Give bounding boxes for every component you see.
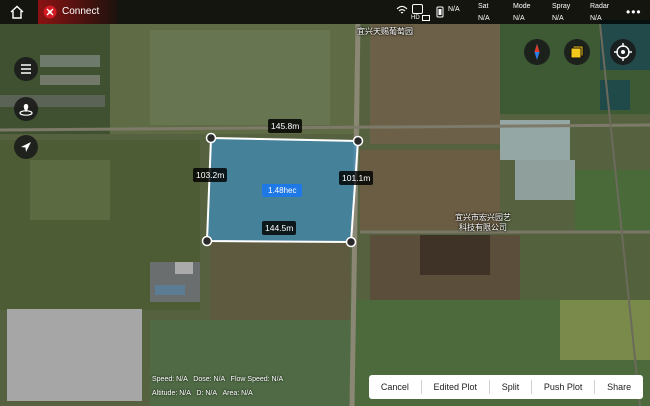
mode-value: N/A	[513, 15, 525, 22]
sat-value: N/A	[478, 15, 490, 22]
locate-button[interactable]	[610, 39, 636, 65]
battery-icon	[422, 15, 430, 21]
dose-label: Dose:	[193, 376, 212, 383]
altitude-value: N/A	[179, 390, 191, 397]
home-icon[interactable]	[9, 4, 25, 20]
plot-area-label: 1.48hec	[262, 184, 303, 197]
layers-icon	[570, 45, 584, 59]
more-menu-icon[interactable]: •••	[626, 5, 642, 19]
plot-vertex	[345, 236, 357, 248]
compass-icon	[534, 44, 540, 60]
top-status-bar: Connect HD N/A Sat N/A Mode N/A Spray N/…	[0, 0, 650, 24]
altitude-label: Altitude:	[152, 390, 178, 397]
spray-label: Spray	[552, 3, 571, 10]
edited-plot-button[interactable]: Edited Plot	[422, 380, 490, 394]
mode-label: Mode	[513, 3, 531, 10]
connect-label: Connect	[62, 6, 100, 17]
location-pin-icon	[19, 104, 33, 116]
map-layers-button[interactable]	[564, 39, 590, 65]
flow-speed-value: N/A	[271, 376, 284, 383]
telemetry-row-2: Altitude: N/A D: N/A Area: N/A	[152, 390, 253, 397]
place-label-company: 宜兴市宏兴园艺 科技有限公司	[455, 213, 511, 233]
menu-icon	[21, 64, 31, 74]
push-plot-button[interactable]: Push Plot	[532, 380, 596, 394]
location-layer-button[interactable]	[14, 97, 38, 121]
drone-battery-icon	[436, 6, 444, 18]
speed-label: Speed:	[152, 376, 175, 383]
plot-vertex	[205, 132, 217, 144]
rc-status: N/A	[448, 2, 460, 14]
navigate-button[interactable]	[14, 135, 38, 159]
plot-left-edge-length: 103.2m	[193, 168, 228, 182]
plot-top-edge-length: 145.8m	[268, 119, 303, 133]
area-value: N/A	[241, 390, 253, 397]
radar-status: Radar N/A	[590, 2, 609, 23]
crosshair-icon	[614, 43, 632, 61]
distance-value: N/A	[205, 390, 217, 397]
dose-value: N/A	[213, 376, 225, 383]
connect-button[interactable]: Connect	[38, 0, 118, 24]
radar-label: Radar	[590, 3, 610, 10]
split-button[interactable]: Split	[490, 380, 533, 394]
spray-value: N/A	[552, 15, 564, 22]
menu-button[interactable]	[14, 57, 38, 81]
hd-label: HD	[411, 15, 420, 21]
drone-icon	[43, 5, 57, 19]
cancel-button[interactable]: Cancel	[369, 380, 422, 394]
plot-action-bar: Cancel Edited Plot Split Push Plot Share	[369, 375, 643, 399]
compass-button[interactable]	[524, 39, 550, 65]
distance-label: D:	[196, 390, 204, 397]
place-label-company-line2: 科技有限公司	[459, 223, 507, 232]
share-button[interactable]: Share	[595, 380, 643, 394]
place-label-company-line1: 宜兴市宏兴园艺	[455, 213, 511, 222]
plot-vertex	[352, 135, 364, 147]
camera-feed-panel[interactable]	[7, 309, 142, 401]
radar-value: N/A	[590, 15, 602, 22]
plot-right-edge-length: 101.1m	[339, 171, 374, 185]
navigation-arrow-icon	[21, 142, 31, 152]
sat-label: Sat	[478, 3, 489, 10]
rc-value: N/A	[448, 6, 460, 13]
signal-icon	[396, 5, 408, 14]
remote-controller-icon	[412, 4, 423, 14]
spray-status: Spray N/A	[552, 2, 570, 23]
mode-status: Mode N/A	[513, 2, 531, 23]
telemetry-row-1: Speed: N/A Dose: N/A Flow Speed: N/A	[152, 376, 283, 383]
place-label-vineyard: 宜兴天赐葡萄园	[357, 27, 413, 36]
plot-vertex	[201, 235, 213, 247]
area-label: Area:	[222, 390, 240, 397]
flow-speed-label: Flow Speed:	[230, 376, 270, 383]
sat-status: Sat N/A	[478, 2, 490, 23]
plot-bottom-edge-length: 144.5m	[262, 221, 297, 235]
speed-value: N/A	[176, 376, 188, 383]
